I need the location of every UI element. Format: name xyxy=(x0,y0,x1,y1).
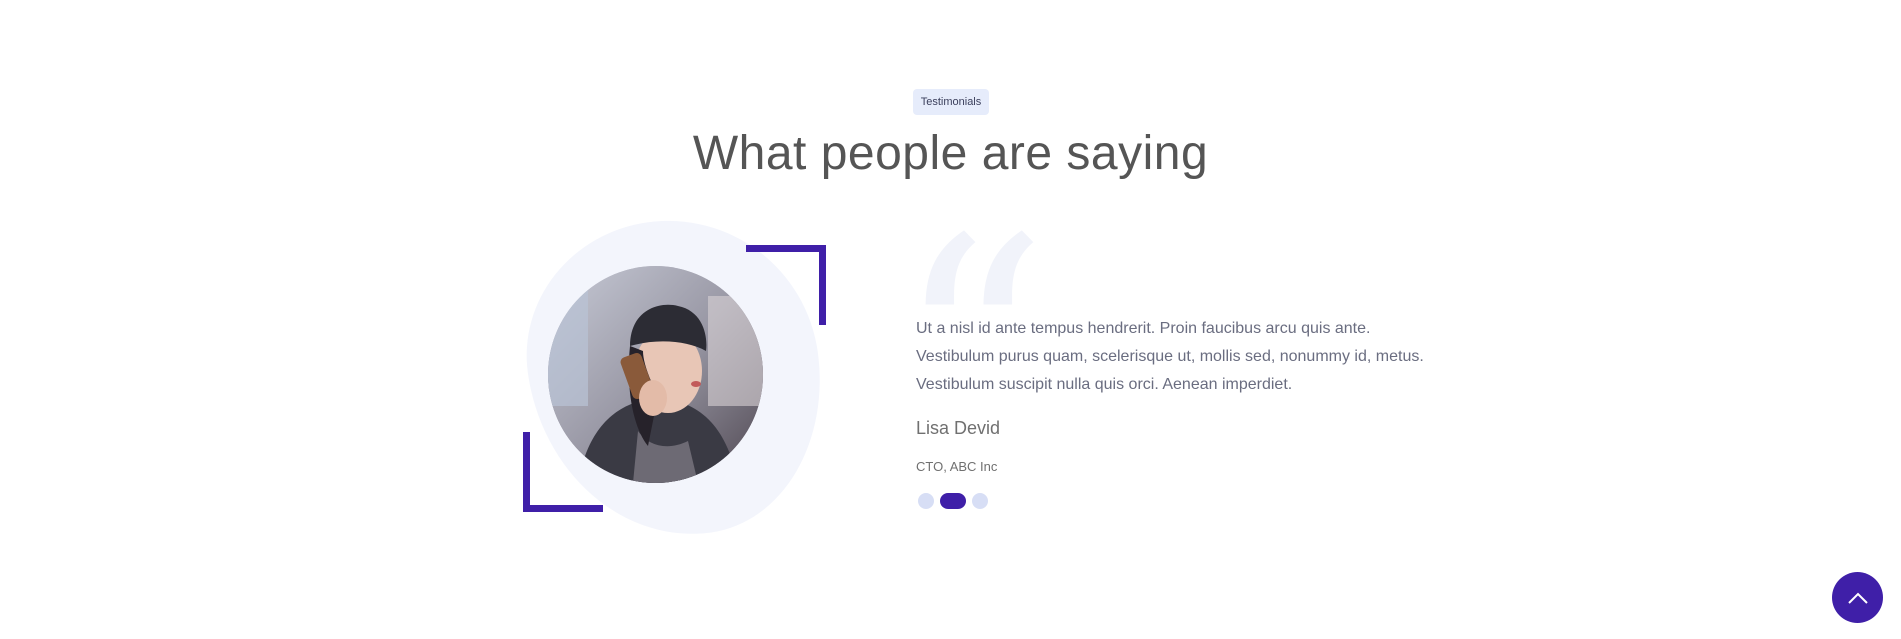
decorative-corner-top-right xyxy=(746,245,826,325)
slider-pagination xyxy=(918,493,988,509)
author-photo-image xyxy=(548,266,763,483)
slider-dot-2[interactable] xyxy=(940,493,966,509)
section-badge: Testimonials xyxy=(913,89,989,115)
author-role: CTO, ABC Inc xyxy=(916,459,998,474)
scroll-to-top-button[interactable] xyxy=(1832,572,1883,623)
author-photo xyxy=(548,266,763,483)
testimonial-quote: Ut a nisl id ante tempus hendrerit. Proi… xyxy=(916,320,1424,393)
slider-dot-3[interactable] xyxy=(972,493,988,509)
testimonials-section: Testimonials What people are saying “ Ut… xyxy=(0,0,1901,639)
section-title: What people are saying xyxy=(692,127,1209,180)
slider-dot-1[interactable] xyxy=(918,493,934,509)
chevron-up-icon xyxy=(1847,592,1868,604)
author-name: Lisa Devid xyxy=(916,418,1001,438)
